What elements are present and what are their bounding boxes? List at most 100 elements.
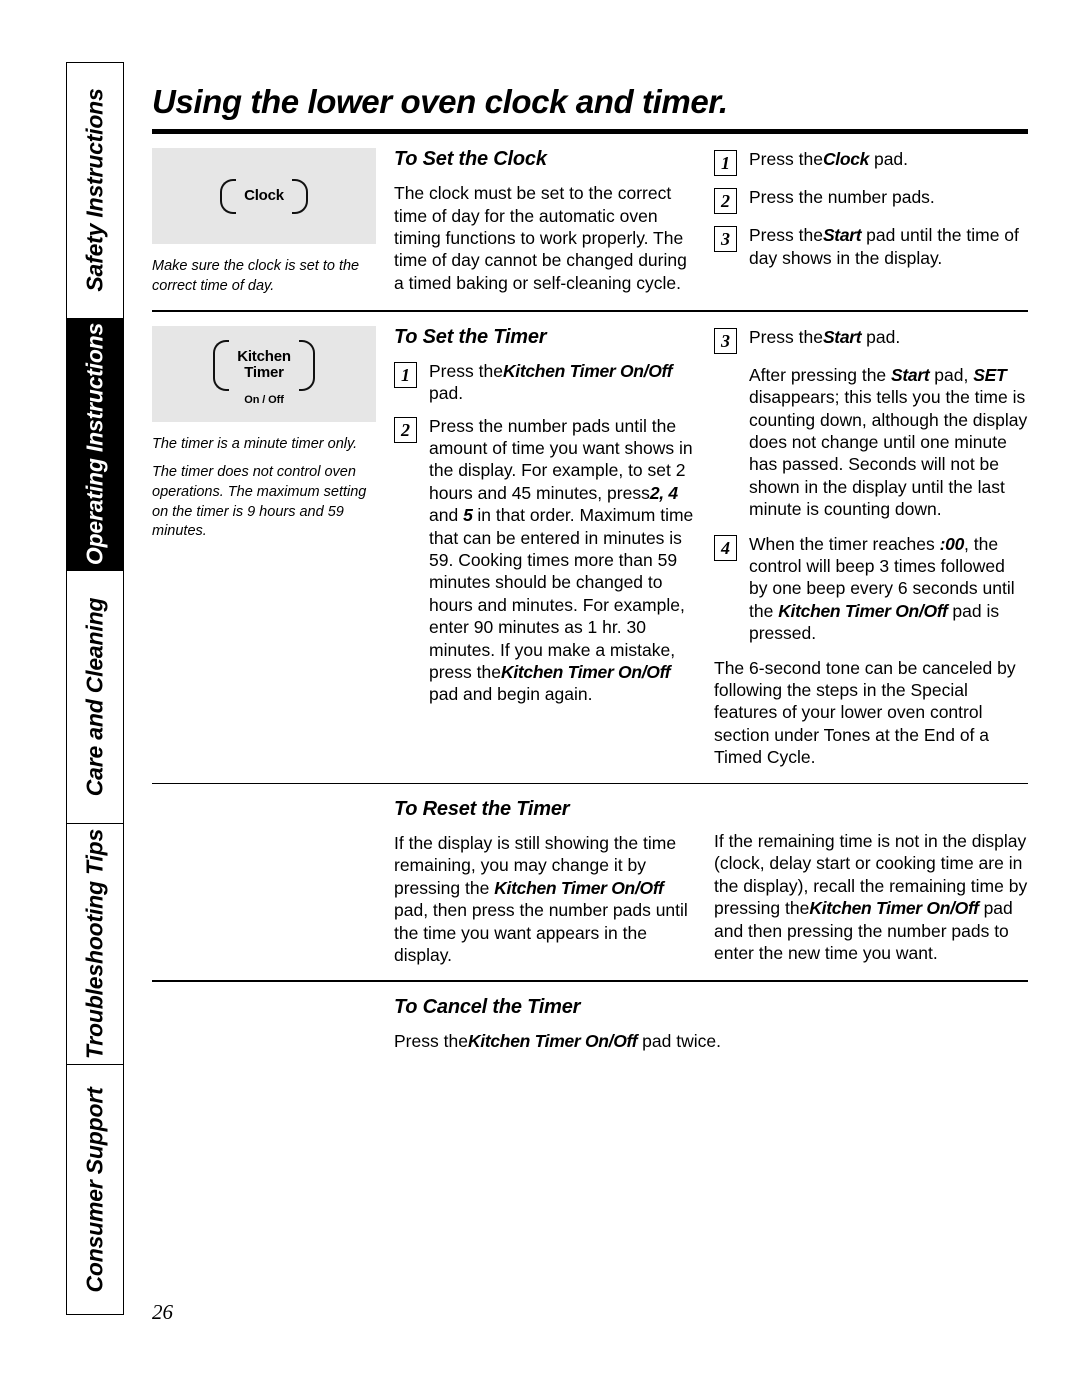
step-item: 1 Press theKitchen Timer On/Off pad.	[394, 360, 700, 405]
section-tab-rail: Safety Instructions Operating Instructio…	[66, 62, 124, 1315]
cancel-timer-text: Press theKitchen Timer On/Off pad twice.	[394, 1030, 1028, 1052]
sidebar-tab-troubleshooting-tips[interactable]: Troubleshooting Tips	[67, 823, 123, 1066]
timer-artwork-notes: The timer is a minute timer only. The ti…	[152, 435, 376, 542]
cancel-part1: Press the	[394, 1030, 468, 1051]
clock-note: Make sure the clock is set to the correc…	[152, 258, 360, 294]
step-text-part2: and	[429, 505, 464, 526]
step-3-continuation-text: After pressing the Start pad, SET disapp…	[749, 364, 1028, 521]
step-item: 2 Press the number pads until the amount…	[394, 415, 700, 706]
page-number: 26	[152, 1300, 173, 1324]
step-text-pre: Press the	[749, 326, 823, 347]
step-text-bold: Kitchen Timer On/Off	[502, 360, 673, 381]
clock-artwork-notes: Make sure the clock is set to the correc…	[152, 257, 376, 296]
section-cancel-the-timer: To Cancel the Timer Press theKitchen Tim…	[152, 982, 1028, 1066]
sidebar-tab-care-and-cleaning[interactable]: Care and Cleaning	[67, 571, 123, 824]
section-reset-the-timer: To Reset the Timer If the display is sti…	[152, 784, 1028, 980]
cont-bold1: Start	[891, 364, 930, 385]
heading-to-set-the-timer: To Set the Timer	[394, 325, 547, 348]
step-text-part1: When the timer reaches	[749, 533, 940, 554]
sidebar-tab-safety-instructions[interactable]: Safety Instructions	[67, 63, 123, 319]
step-text-pre: Press the	[749, 149, 823, 170]
clock-artwork-column: Clock Make sure the clock is set to the …	[152, 148, 394, 296]
step-item: 3 Press theStart pad.	[714, 326, 1028, 354]
kitchen-timer-pad-label: Kitchen Timer	[213, 339, 315, 391]
step-text-bold1: :00	[939, 533, 965, 554]
reset-right-bold1: Kitchen Timer On/Off	[809, 898, 979, 919]
section-set-the-timer: Kitchen Timer On / Off The timer is a mi…	[152, 312, 1028, 783]
cont-part2: pad,	[929, 364, 974, 385]
sidebar-tab-operating-instructions[interactable]: Operating Instructions	[67, 318, 123, 572]
kitchen-timer-pad[interactable]: Kitchen Timer On / Off	[213, 339, 315, 407]
page-content: Using the lower oven clock and timer. Cl…	[152, 62, 1028, 1066]
step-text-pre: Press the number pads.	[749, 187, 935, 208]
step-text: Press the number pads.	[749, 186, 1028, 208]
cancel-bold1: Kitchen Timer On/Off	[467, 1030, 638, 1051]
step-text-bold2: 5	[463, 505, 473, 526]
step-text: Press theClock pad.	[749, 148, 1028, 170]
kitchen-timer-pad-label-line2: Timer	[244, 364, 284, 382]
reset-timer-left-column: To Reset the Timer If the display is sti…	[394, 798, 714, 966]
kitchen-timer-pad-illustration: Kitchen Timer On / Off	[152, 325, 376, 422]
set-timer-steps-right-column: 3 Press theStart pad. After pressing the…	[714, 326, 1028, 769]
cancel-part2: pad twice.	[637, 1030, 721, 1051]
kitchen-timer-pad-sublabel: On / Off	[244, 394, 284, 407]
section-set-the-clock: Clock Make sure the clock is set to the …	[152, 134, 1028, 310]
timer-artwork-column: Kitchen Timer On / Off The timer is a mi…	[152, 325, 394, 769]
sidebar-tab-consumer-support[interactable]: Consumer Support	[67, 1065, 123, 1314]
sidebar-tab-label: Consumer Support	[81, 1087, 108, 1293]
step-item: 1 Press theClock pad.	[714, 148, 1028, 177]
page-title: Using the lower oven clock and timer.	[152, 83, 728, 120]
step-text: Press theKitchen Timer On/Off pad.	[429, 360, 700, 405]
step-text-part3: in that order. Maximum time that can be …	[429, 505, 694, 682]
reset-timer-right-column: If the remaining time is not in the disp…	[714, 798, 1028, 966]
cont-bold2: SET	[973, 364, 1007, 385]
heading-to-cancel-the-timer: To Cancel the Timer	[394, 995, 581, 1018]
reset-timer-spacer-column	[152, 798, 394, 966]
sidebar-tab-label: Care and Cleaning	[81, 597, 108, 797]
set-clock-intro-text: The clock must be set to the correct tim…	[394, 183, 687, 293]
step-text-bold2: Kitchen Timer On/Off	[778, 600, 948, 621]
step-text-bold: Start	[822, 326, 862, 347]
set-timer-closing-text: The 6-second tone can be canceled by fol…	[714, 657, 1016, 768]
step-text-bold: Clock	[822, 149, 870, 170]
step-number: 2	[394, 416, 417, 443]
reset-timer-left-text: If the display is still showing the time…	[394, 832, 700, 966]
cont-part3: disappears; this tells you the time is c…	[749, 387, 1028, 520]
step-text-bold: Start	[822, 225, 862, 246]
step-number: 3	[714, 327, 737, 354]
sidebar-tab-label: Troubleshooting Tips	[81, 828, 108, 1060]
step-item: 3 Press theStart pad until the time of d…	[714, 224, 1028, 269]
step-text-post: pad.	[429, 383, 464, 404]
cont-part1: After pressing the	[749, 364, 892, 385]
step-number: 3	[714, 226, 737, 253]
clock-pad-illustration: Clock	[152, 148, 376, 245]
step-text-part4: pad and begin again.	[429, 684, 593, 705]
kitchen-timer-pad-label-line1: Kitchen	[237, 347, 291, 365]
step-item: 2 Press the number pads.	[714, 186, 1028, 215]
heading-to-set-the-clock: To Set the Clock	[394, 148, 547, 171]
clock-pad-label: Clock	[220, 178, 308, 214]
step-text-bold3: Kitchen Timer On/Off	[500, 662, 671, 682]
step-text: When the timer reaches :00, the control …	[749, 533, 1028, 645]
timer-note: The timer is a minute timer only.	[152, 435, 358, 452]
cancel-timer-body-column: To Cancel the Timer Press theKitchen Tim…	[394, 996, 1028, 1052]
step-text-pre: Press the	[749, 225, 823, 246]
clock-pad[interactable]: Clock	[220, 178, 308, 214]
step-number: 2	[714, 188, 737, 215]
step-item: 4 When the timer reaches :00, the contro…	[714, 533, 1028, 645]
step-text-post: pad.	[861, 326, 901, 347]
step-number: 4	[714, 534, 737, 561]
step-text-post: pad.	[869, 149, 909, 170]
reset-timer-right-text: If the remaining time is not in the disp…	[714, 830, 1028, 964]
step-number: 1	[394, 361, 417, 388]
step-text-bold1: 2, 4	[649, 482, 678, 503]
step-text: Press theStart pad.	[749, 326, 1028, 348]
sidebar-tab-label: Safety Instructions	[81, 88, 108, 292]
reset-left-part2: pad, then press the number pads until th…	[394, 900, 688, 966]
step-text: Press theStart pad until the time of day…	[749, 224, 1028, 269]
reset-left-bold1: Kitchen Timer On/Off	[494, 877, 664, 898]
heading-to-reset-the-timer: To Reset the Timer	[394, 798, 570, 821]
step-text: Press the number pads until the amount o…	[429, 415, 700, 706]
cancel-timer-spacer-column	[152, 996, 394, 1052]
step-number: 1	[714, 150, 737, 177]
